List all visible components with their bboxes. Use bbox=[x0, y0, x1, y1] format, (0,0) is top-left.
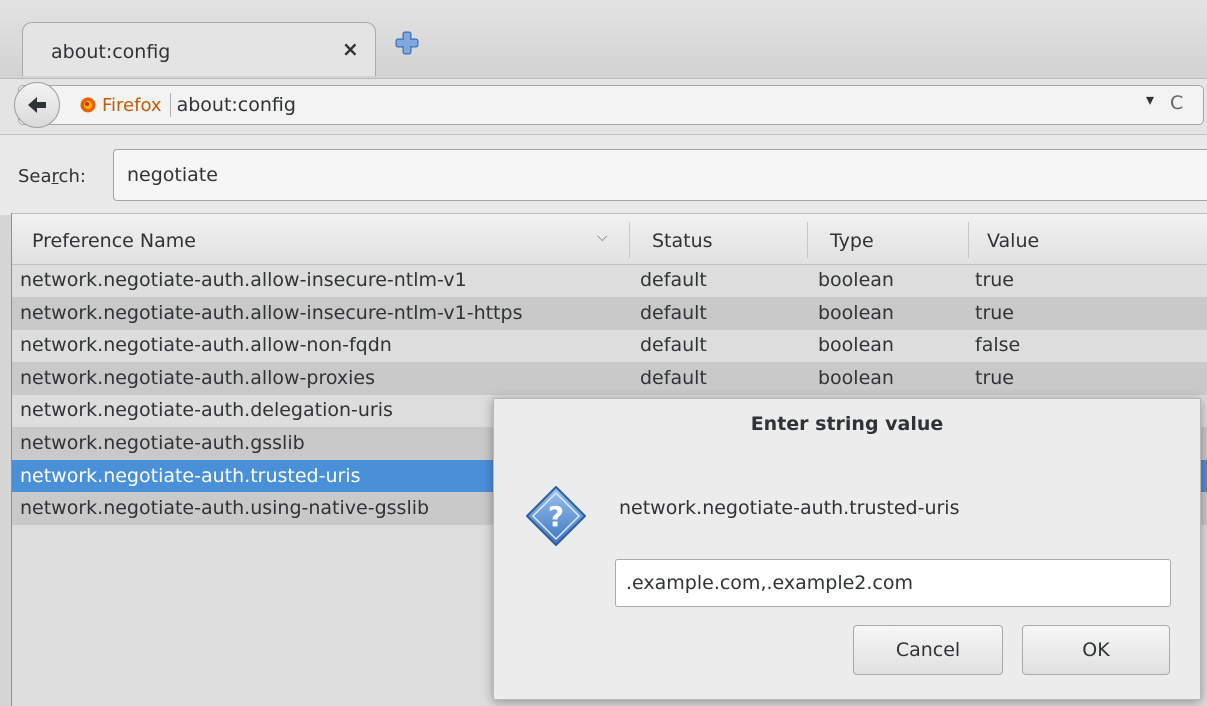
pref-name-cell: network.negotiate-auth.allow-non-fqdn bbox=[20, 334, 392, 357]
string-value-input[interactable] bbox=[615, 559, 1171, 607]
identity-divider bbox=[169, 93, 171, 117]
pref-name-cell: network.negotiate-auth.allow-proxies bbox=[20, 366, 376, 389]
identity-label: Firefox bbox=[102, 94, 162, 116]
dialog-message: network.negotiate-auth.trusted-uris bbox=[619, 497, 960, 519]
back-button[interactable] bbox=[14, 82, 60, 128]
tab-strip: about:config × bbox=[0, 0, 1207, 78]
tab-about-config[interactable]: about:config × bbox=[22, 22, 376, 76]
status-cell: default bbox=[640, 269, 707, 291]
tab-close-icon[interactable]: × bbox=[342, 37, 359, 61]
table-row[interactable]: network.negotiate-auth.allow-non-fqdn def… bbox=[12, 329, 1207, 362]
url-dropdown-icon[interactable]: ▾ bbox=[1146, 90, 1154, 109]
type-cell: boolean bbox=[818, 366, 894, 389]
type-cell: boolean bbox=[818, 334, 894, 357]
dialog-title: Enter string value bbox=[750, 413, 944, 435]
sort-chevron-icon[interactable]: ⌵ bbox=[597, 229, 608, 245]
status-cell: default bbox=[640, 301, 707, 324]
pref-name-cell: network.negotiate-auth.allow-insecure-nt… bbox=[20, 301, 523, 324]
type-cell: boolean bbox=[818, 269, 894, 291]
search-label-post: ch: bbox=[58, 166, 86, 187]
firefox-icon bbox=[80, 97, 96, 113]
pref-name-cell: network.negotiate-auth.gsslib bbox=[20, 432, 305, 454]
search-label-pre: Sea bbox=[18, 166, 52, 187]
cancel-button[interactable]: Cancel bbox=[853, 625, 1003, 675]
table-row[interactable]: network.negotiate-auth.allow-insecure-nt… bbox=[12, 296, 1207, 330]
pref-name-cell: network.negotiate-auth.trusted-uris bbox=[20, 464, 361, 487]
back-arrow-icon bbox=[28, 97, 46, 113]
search-label: Search: bbox=[18, 166, 86, 187]
column-header-type[interactable]: Type bbox=[830, 214, 874, 264]
pref-name-cell: network.negotiate-auth.delegation-uris bbox=[20, 399, 393, 422]
column-header-preference-name[interactable]: Preference Name bbox=[32, 214, 196, 264]
table-row[interactable]: network.negotiate-auth.allow-proxies defa… bbox=[12, 361, 1207, 395]
url-text[interactable]: about:config bbox=[177, 94, 296, 116]
value-cell: true bbox=[975, 301, 1014, 324]
reload-icon[interactable]: C bbox=[1170, 92, 1183, 114]
site-identity[interactable]: Firefox about:config bbox=[80, 92, 296, 118]
column-divider bbox=[968, 222, 969, 258]
type-cell: boolean bbox=[818, 301, 894, 324]
column-divider bbox=[629, 222, 630, 258]
table-row[interactable]: network.negotiate-auth.allow-insecure-nt… bbox=[12, 264, 1207, 297]
status-cell: default bbox=[640, 334, 707, 357]
column-header-value[interactable]: Value bbox=[987, 214, 1039, 264]
new-tab-icon[interactable] bbox=[394, 30, 420, 56]
ok-button[interactable]: OK bbox=[1022, 625, 1170, 675]
table-header: Preference Name ⌵ Status Type Value bbox=[12, 213, 1207, 265]
value-cell: false bbox=[975, 334, 1021, 357]
string-value-dialog: Enter string value ? network.negotiate-a… bbox=[493, 398, 1201, 700]
pref-name-cell: network.negotiate-auth.allow-insecure-nt… bbox=[20, 269, 467, 291]
column-header-status[interactable]: Status bbox=[652, 214, 713, 264]
question-icon: ? bbox=[526, 486, 586, 546]
status-cell: default bbox=[640, 366, 707, 389]
column-divider bbox=[807, 222, 808, 258]
tab-title: about:config bbox=[51, 41, 171, 63]
search-row: Search: bbox=[0, 134, 1207, 215]
search-input[interactable] bbox=[113, 149, 1207, 201]
svg-text:?: ? bbox=[548, 500, 564, 533]
pref-name-cell: network.negotiate-auth.using-native-gssl… bbox=[20, 497, 430, 520]
value-cell: true bbox=[975, 269, 1014, 291]
search-label-accesskey: r bbox=[51, 166, 59, 187]
value-cell: true bbox=[975, 366, 1014, 389]
